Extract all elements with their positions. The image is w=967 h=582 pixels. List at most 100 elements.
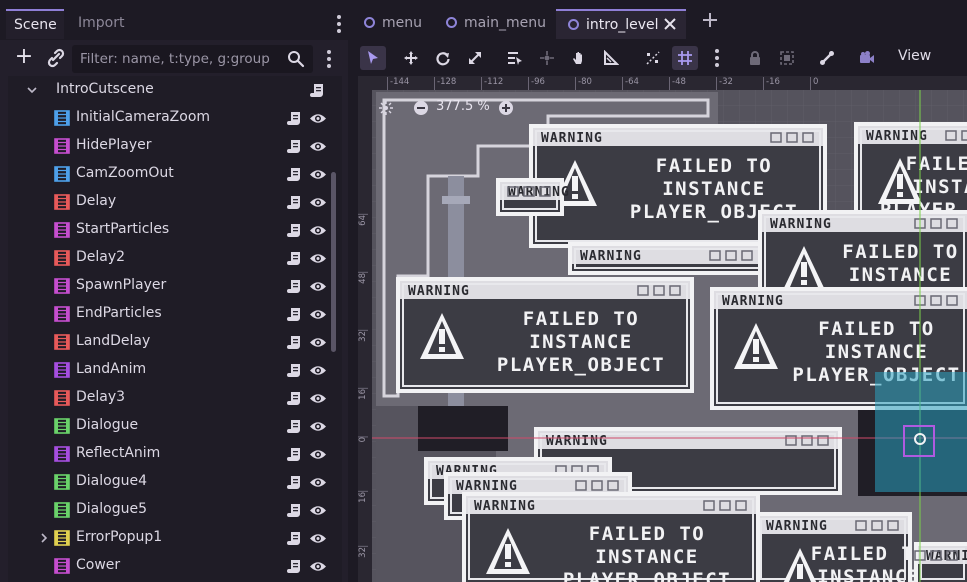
visibility-eye-icon[interactable] [309, 560, 327, 573]
dock-tab-bar: Scene Import [0, 0, 348, 40]
tree-row-root[interactable]: IntroCutscene [8, 76, 342, 104]
group-button[interactable] [774, 46, 800, 70]
smart-snap-button[interactable] [640, 46, 666, 70]
script-icon[interactable] [287, 391, 301, 406]
visibility-eye-icon[interactable] [309, 448, 327, 461]
skeleton-button[interactable] [814, 46, 840, 70]
canvas-viewport[interactable]: WARNING FAILED TO INSTANCE PLAYER_OBJECT WAR… [358, 76, 967, 582]
tree-row[interactable]: ReflectAnim [8, 440, 342, 468]
scene-tree-options-icon[interactable] [322, 48, 336, 70]
select-mode-button[interactable] [360, 46, 386, 70]
script-icon[interactable] [287, 419, 301, 434]
lock-button[interactable] [742, 46, 768, 70]
ruler-mode-button[interactable] [598, 46, 624, 70]
tree-row[interactable]: EndParticles [8, 300, 342, 328]
tab-main-menu[interactable]: main_menu [446, 9, 554, 39]
close-icon[interactable] [664, 18, 676, 30]
tree-scrollbar[interactable] [331, 172, 336, 352]
tree-row[interactable]: StartParticles [8, 216, 342, 244]
filter-field[interactable] [72, 45, 313, 73]
ruler-tick-label: 0 [810, 77, 818, 90]
grid-snap-button[interactable] [672, 46, 698, 70]
grid-snap-icon [678, 51, 692, 65]
list-select-button[interactable] [502, 46, 528, 70]
visibility-eye-icon[interactable] [309, 392, 327, 405]
view-menu[interactable]: View [898, 48, 931, 64]
center-view-icon[interactable] [378, 100, 394, 116]
visibility-eye-icon[interactable] [309, 224, 327, 237]
zoom-out-icon[interactable] [413, 100, 429, 116]
visibility-eye-icon[interactable] [309, 308, 327, 321]
chevron-right-icon[interactable] [38, 532, 50, 544]
tree-row[interactable]: Dialogue [8, 412, 342, 440]
pivot-mode-button[interactable] [534, 46, 560, 70]
visibility-eye-icon[interactable] [309, 140, 327, 153]
add-tab-icon[interactable] [702, 12, 718, 28]
tab-intro-level[interactable]: intro_level [556, 9, 686, 39]
script-icon[interactable] [287, 447, 301, 462]
script-icon[interactable] [287, 223, 301, 238]
script-icon[interactable] [287, 139, 301, 154]
visibility-eye-icon[interactable] [309, 476, 327, 489]
pan-mode-button[interactable] [566, 46, 592, 70]
tree-row[interactable]: InitialCameraZoom [8, 104, 342, 132]
tree-row-label: EndParticles [76, 305, 162, 321]
tab-menu[interactable]: menu [364, 9, 444, 39]
script-icon[interactable] [310, 83, 324, 98]
snap-options-icon[interactable] [704, 46, 730, 70]
script-icon[interactable] [287, 307, 301, 322]
tab-import[interactable]: Import [70, 9, 134, 39]
instance-child-scene-icon[interactable] [44, 47, 68, 69]
script-icon[interactable] [287, 475, 301, 490]
script-icon[interactable] [287, 559, 301, 574]
chevron-down-icon[interactable] [26, 84, 38, 96]
left-ruler[interactable]: 64 48 32 16 0 16 32 [358, 76, 372, 582]
script-icon[interactable] [287, 363, 301, 378]
tree-row[interactable]: LandDelay [8, 328, 342, 356]
zoom-level[interactable]: 377.5 % [436, 99, 490, 114]
add-node-icon[interactable]: + [12, 46, 36, 70]
script-icon[interactable] [287, 335, 301, 350]
tab-scene[interactable]: Scene [6, 9, 64, 39]
visibility-eye-icon[interactable] [309, 280, 327, 293]
visibility-eye-icon[interactable] [309, 336, 327, 349]
script-icon[interactable] [287, 531, 301, 546]
filter-input[interactable] [80, 48, 280, 70]
script-icon[interactable] [287, 279, 301, 294]
visibility-eye-icon[interactable] [309, 112, 327, 125]
visibility-eye-icon[interactable] [309, 420, 327, 433]
script-icon[interactable] [287, 503, 301, 518]
dock-options-icon[interactable] [332, 12, 346, 36]
tree-row[interactable]: Cower [8, 552, 342, 580]
tree-row[interactable]: CamZoomOut [8, 160, 342, 188]
visibility-eye-icon[interactable] [309, 364, 327, 377]
node-icon [54, 166, 70, 182]
scene-canvas[interactable]: WARNINGFAILED TOINSTANCEPLAYER_OBJECTWAR… [358, 76, 967, 582]
tree-row[interactable]: LandAnim [8, 356, 342, 384]
visibility-eye-icon[interactable] [309, 532, 327, 545]
script-icon[interactable] [287, 195, 301, 210]
zoom-in-icon[interactable] [498, 100, 514, 116]
tree-row[interactable]: Delay [8, 188, 342, 216]
top-ruler[interactable]: -144 -128 -112 -96 -80 -64 -48 -32 -16 0 [358, 76, 967, 90]
tree-row[interactable]: Delay2 [8, 244, 342, 272]
tree-row[interactable]: Dialogue4 [8, 468, 342, 496]
script-icon[interactable] [287, 167, 301, 182]
visibility-eye-icon[interactable] [309, 196, 327, 209]
rotate-mode-button[interactable] [430, 46, 456, 70]
tree-row[interactable]: Delay3 [8, 384, 342, 412]
scale-mode-button[interactable] [462, 46, 488, 70]
visibility-eye-icon[interactable] [309, 252, 327, 265]
script-icon[interactable] [287, 111, 301, 126]
tree-row[interactable]: Dialogue5 [8, 496, 342, 524]
script-icon[interactable] [287, 251, 301, 266]
move-mode-button[interactable] [398, 46, 424, 70]
node-icon [54, 306, 70, 322]
camera-override-button[interactable] [854, 46, 880, 70]
visibility-eye-icon[interactable] [309, 504, 327, 517]
tree-row[interactable]: SpawnPlayer [8, 272, 342, 300]
visibility-eye-icon[interactable] [309, 168, 327, 181]
exclaim-bar [439, 329, 445, 344]
tree-row[interactable]: ErrorPopup1 [8, 524, 342, 552]
tree-row[interactable]: HidePlayer [8, 132, 342, 160]
